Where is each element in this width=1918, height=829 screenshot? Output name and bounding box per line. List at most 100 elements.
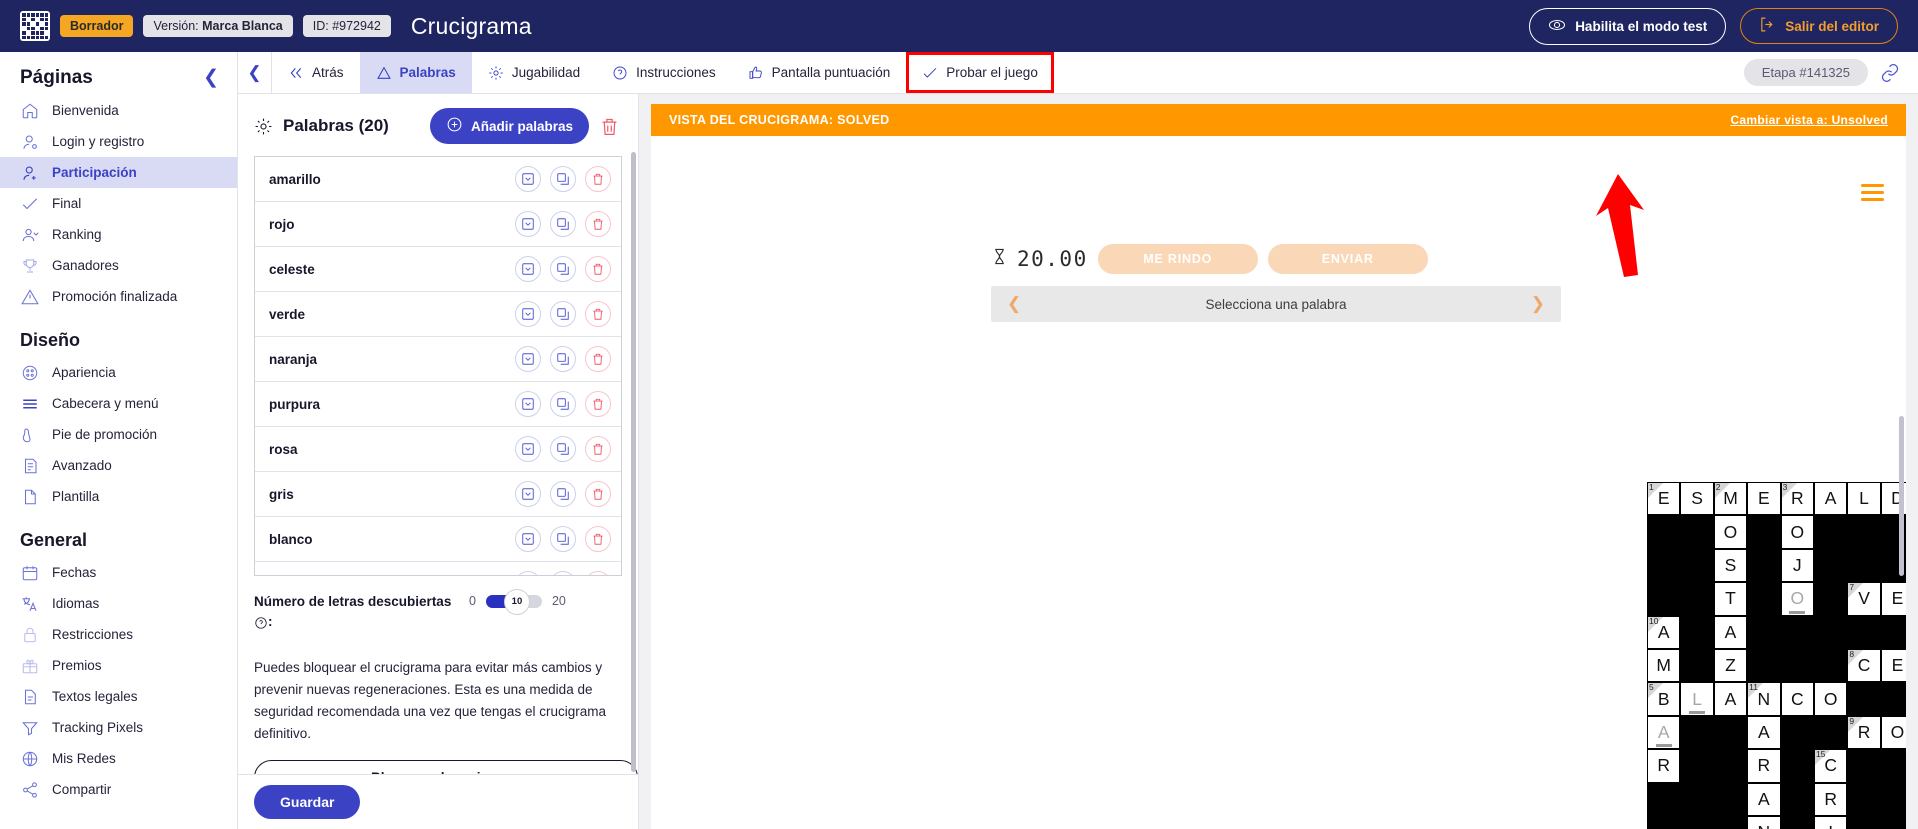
sidebar-item-textos-legales[interactable]: Textos legales	[0, 681, 237, 712]
crossword-cell[interactable]: O	[1780, 582, 1814, 616]
word-selector[interactable]: ❮ Selecciona una palabra ❯	[991, 286, 1561, 322]
sidebar-item-ranking[interactable]: Ranking	[0, 219, 237, 250]
sidebar-item-idiomas[interactable]: Idiomas	[0, 588, 237, 619]
delete-all-words-icon[interactable]	[599, 116, 620, 137]
crossword-cell[interactable]: Z	[1713, 648, 1748, 683]
crossword-cell[interactable]: T	[1713, 582, 1748, 616]
crossword-cell[interactable]: E	[1747, 482, 1781, 516]
list-item[interactable]: verde	[255, 292, 621, 337]
crossword-cell[interactable]: A	[1713, 682, 1748, 716]
panel-scrollbar[interactable]	[631, 152, 636, 772]
sidebar-item-participacion[interactable]: Participación	[0, 157, 237, 188]
duplicate-icon[interactable]	[550, 526, 576, 552]
chevron-left-icon[interactable]: ❮	[238, 52, 272, 93]
add-words-button[interactable]: Añadir palabras	[429, 108, 589, 144]
sidebar-item-compartir[interactable]: Compartir	[0, 774, 237, 805]
trash-icon[interactable]	[585, 481, 611, 507]
chevron-down-box-icon[interactable]	[515, 526, 541, 552]
trash-icon[interactable]	[585, 256, 611, 282]
trash-icon[interactable]	[585, 571, 611, 575]
duplicate-icon[interactable]	[550, 301, 576, 327]
list-item[interactable]: rosa	[255, 427, 621, 472]
chevron-down-box-icon[interactable]	[515, 571, 541, 575]
list-item[interactable]: purpura	[255, 382, 621, 427]
chevron-down-box-icon[interactable]	[515, 256, 541, 282]
crossword-cell[interactable]: R	[1647, 749, 1681, 783]
save-button[interactable]: Guardar	[254, 785, 361, 819]
toggle-view-link[interactable]: Cambiar vista a: Unsolved	[1730, 113, 1888, 127]
slider-track[interactable]: 10	[485, 588, 542, 615]
chevron-down-box-icon[interactable]	[515, 301, 541, 327]
crossword-cell[interactable]: C	[1780, 682, 1814, 716]
list-item[interactable]: anil	[255, 562, 621, 575]
crossword-cell[interactable]: S	[1680, 482, 1714, 516]
surrender-button[interactable]: ME RINDO	[1097, 244, 1258, 274]
crossword-cell[interactable]: O	[1780, 515, 1814, 549]
list-item[interactable]: naranja	[255, 337, 621, 382]
slider-knob[interactable]: 10	[503, 588, 530, 615]
question-circle-icon[interactable]	[254, 616, 268, 630]
crossword-cell[interactable]: J	[1780, 548, 1814, 583]
crossword-cell[interactable]: L	[1847, 482, 1881, 516]
crossword-cell[interactable]: O	[1880, 715, 1906, 750]
tab-atras[interactable]: Atrás	[272, 52, 360, 93]
sidebar-item-tracking-pixels[interactable]: Tracking Pixels	[0, 712, 237, 743]
duplicate-icon[interactable]	[550, 391, 576, 417]
sidebar-item-apariencia[interactable]: Apariencia	[0, 357, 237, 388]
sidebar-item-premios[interactable]: Premios	[0, 650, 237, 681]
trash-icon[interactable]	[585, 436, 611, 462]
hamburger-icon[interactable]	[1861, 184, 1884, 201]
trash-icon[interactable]	[585, 526, 611, 552]
duplicate-icon[interactable]	[550, 571, 576, 575]
sidebar-item-pie-de-promocion[interactable]: Pie de promoción	[0, 419, 237, 450]
submit-button[interactable]: ENVIAR	[1267, 244, 1428, 274]
crossword-cell[interactable]: 10 A	[1647, 615, 1681, 649]
tab-palabras[interactable]: Palabras	[359, 52, 472, 93]
tab-jugabilidad[interactable]: Jugabilidad	[472, 52, 596, 93]
crossword-cell[interactable]: 7V	[1847, 582, 1881, 616]
crossword-cell[interactable]: I	[1813, 815, 1848, 829]
chevron-down-box-icon[interactable]	[515, 391, 541, 417]
list-item[interactable]: amarillo	[255, 157, 621, 202]
sidebar-item-restricciones[interactable]: Restricciones	[0, 619, 237, 650]
list-item[interactable]: rojo	[255, 202, 621, 247]
sidebar-item-login-y-registro[interactable]: Login y registro	[0, 126, 237, 157]
crossword-cell[interactable]: S	[1713, 548, 1748, 583]
list-item[interactable]: gris	[255, 472, 621, 517]
chevron-down-box-icon[interactable]	[515, 436, 541, 462]
crossword-cell[interactable]: O	[1813, 682, 1848, 716]
crossword-cell[interactable]: 9R	[1847, 715, 1881, 750]
crossword-cell[interactable]: 11 N	[1747, 682, 1781, 716]
chevron-right-icon[interactable]: ❯	[1531, 294, 1545, 314]
chevron-down-box-icon[interactable]	[515, 166, 541, 192]
crossword-cell[interactable]: R	[1747, 749, 1781, 783]
list-item[interactable]: celeste	[255, 247, 621, 292]
sidebar-item-cabecera-y-menu[interactable]: Cabecera y menú	[0, 388, 237, 419]
trash-icon[interactable]	[585, 346, 611, 372]
crossword-cell[interactable]: 3R	[1780, 482, 1814, 516]
crossword-cell[interactable]: 8C	[1847, 648, 1881, 683]
list-item[interactable]: blanco	[255, 517, 621, 562]
sidebar-item-avanzado[interactable]: Avanzado	[0, 450, 237, 481]
trash-icon[interactable]	[585, 391, 611, 417]
duplicate-icon[interactable]	[550, 166, 576, 192]
exit-editor-button[interactable]: Salir del editor	[1740, 8, 1898, 44]
crossword-cell[interactable]: N	[1747, 815, 1781, 829]
trash-icon[interactable]	[585, 211, 611, 237]
word-list[interactable]: amarillo rojo celeste verde naranja purp…	[254, 156, 622, 576]
sidebar-item-plantilla[interactable]: Plantilla	[0, 481, 237, 512]
sidebar-item-ganadores[interactable]: Ganadores	[0, 250, 237, 281]
link-icon[interactable]	[1880, 63, 1900, 83]
crossword-cell[interactable]: A	[1647, 715, 1681, 750]
chevron-left-icon[interactable]: ❮	[1007, 294, 1021, 314]
crossword-cell[interactable]: E	[1880, 582, 1906, 616]
duplicate-icon[interactable]	[550, 211, 576, 237]
sidebar-item-bienvenida[interactable]: Bienvenida	[0, 95, 237, 126]
crossword-grid[interactable]: 1ES2ME3RALD4A12G13AOO6MANDARINASJAIITO7V…	[1647, 482, 1906, 829]
test-mode-button[interactable]: Habilita el modo test	[1529, 7, 1727, 45]
crossword-cell[interactable]: 5B	[1647, 682, 1681, 716]
preview-scrollbar[interactable]	[1899, 416, 1904, 576]
duplicate-icon[interactable]	[550, 481, 576, 507]
duplicate-icon[interactable]	[550, 346, 576, 372]
crossword-cell[interactable]: A	[1713, 615, 1748, 649]
